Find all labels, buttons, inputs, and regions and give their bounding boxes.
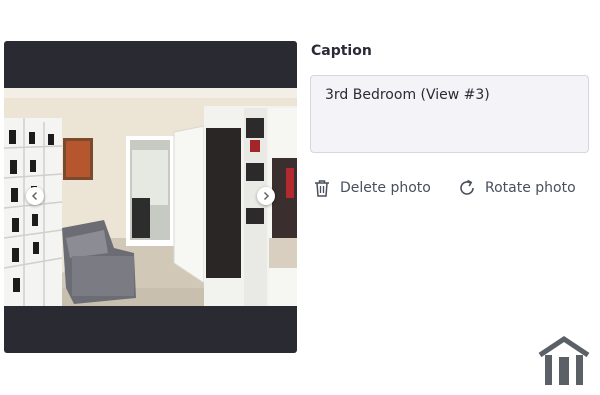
delete-photo-label: Delete photo [340,180,431,196]
delete-photo-button[interactable]: Delete photo [312,177,431,199]
house-logo [538,335,590,385]
rotate-photo-label: Rotate photo [485,180,576,196]
caption-label: Caption [311,43,372,59]
photo-card [4,41,297,353]
trash-icon [315,180,329,197]
chevron-left-icon [31,191,38,201]
previous-photo-button[interactable] [26,187,44,205]
next-photo-button[interactable] [257,187,275,205]
rotate-photo-button[interactable]: Rotate photo [457,177,576,199]
room-photo [4,88,297,306]
rotate-icon [460,179,474,195]
chevron-right-icon [263,191,270,201]
caption-input[interactable]: 3rd Bedroom (View #3) [310,75,589,153]
